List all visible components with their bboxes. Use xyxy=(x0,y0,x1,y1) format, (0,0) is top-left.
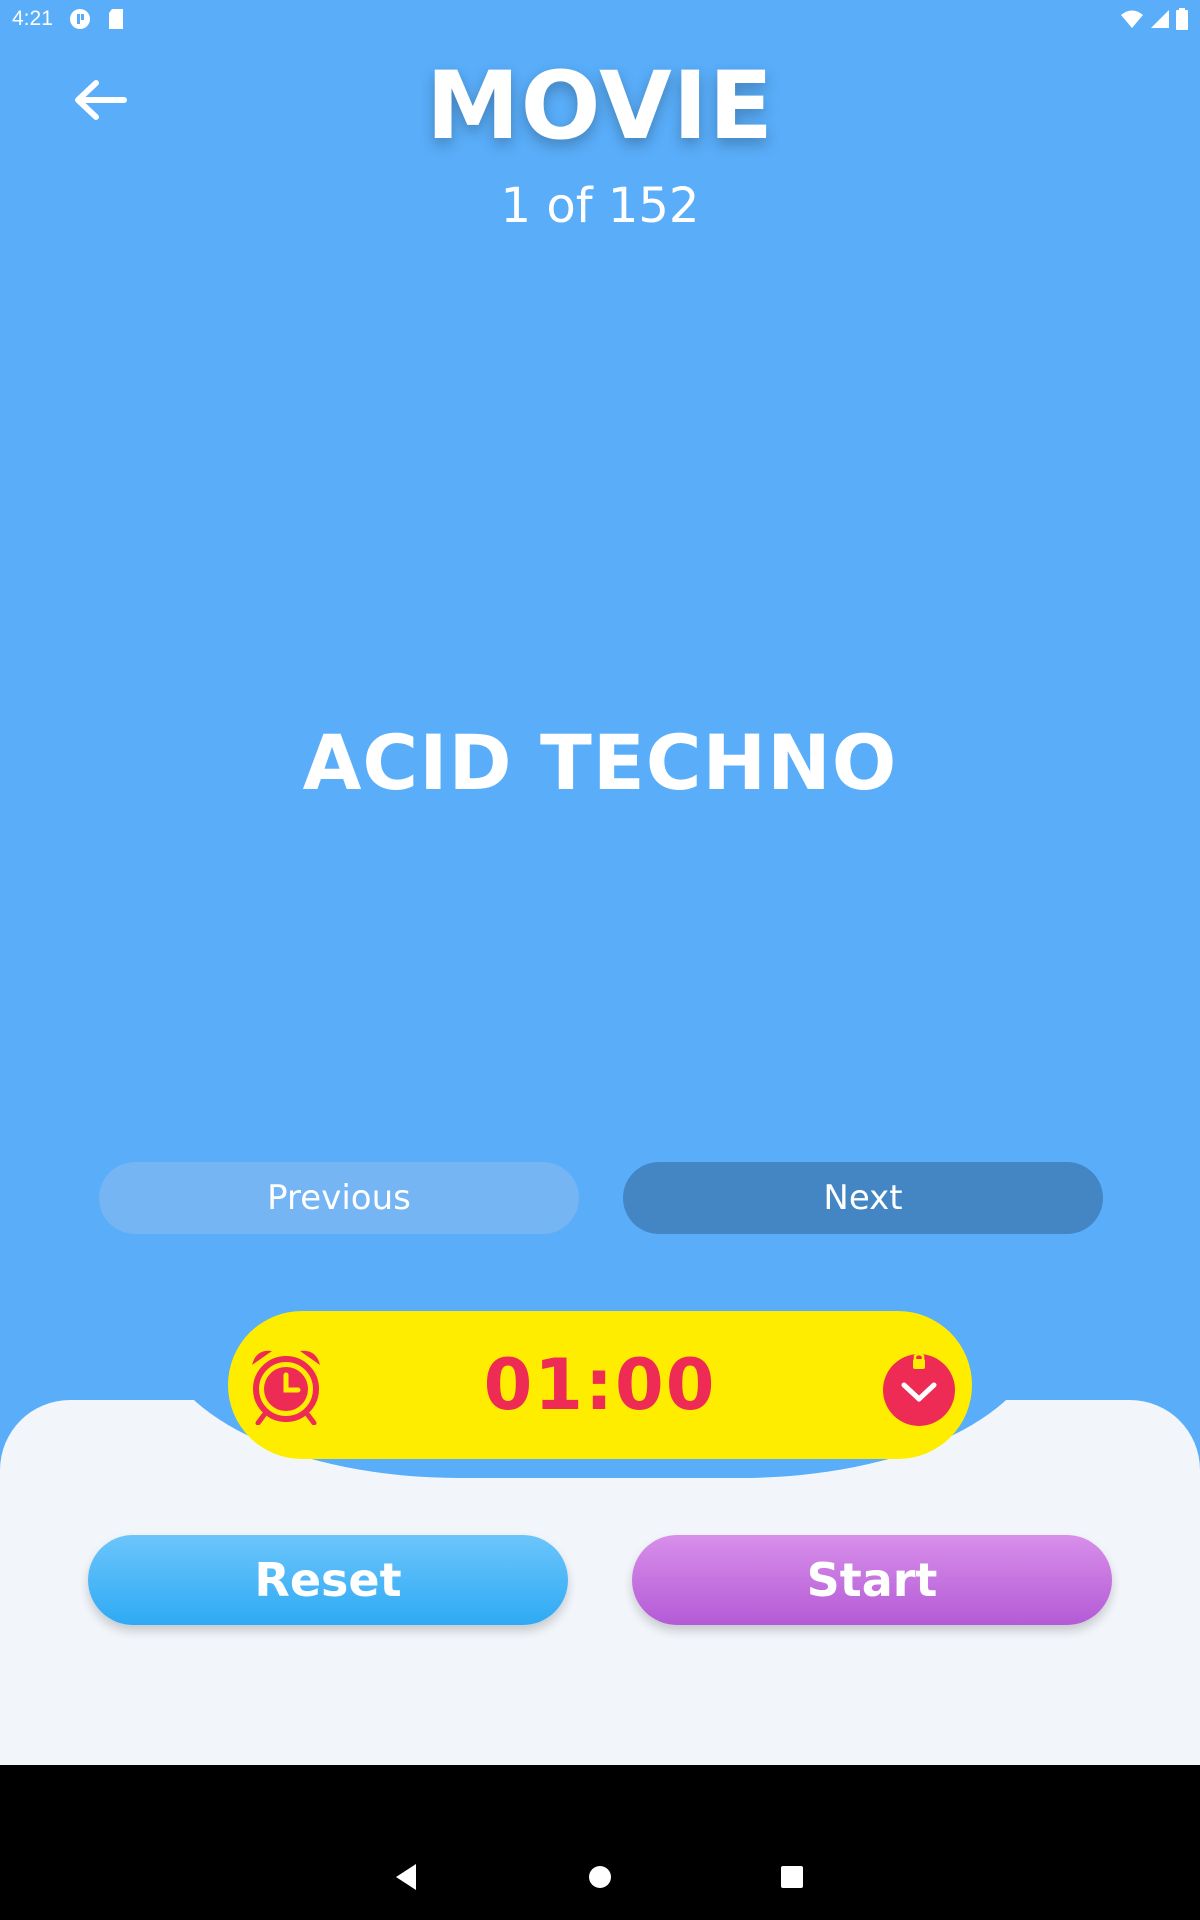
signal-icon xyxy=(1151,10,1169,28)
card-counter: 1 of 152 xyxy=(500,178,700,234)
sd-card-icon xyxy=(108,9,123,29)
next-button[interactable]: Next xyxy=(623,1162,1103,1234)
alarm-clock-icon xyxy=(252,1350,320,1425)
timer-value: 01:00 xyxy=(483,1344,717,1426)
system-nav-bar xyxy=(0,1765,1200,1920)
previous-button[interactable]: Previous xyxy=(99,1162,579,1234)
reset-button[interactable]: Reset xyxy=(88,1535,568,1625)
nav-back-icon[interactable] xyxy=(392,1862,422,1892)
lock-icon[interactable] xyxy=(880,1349,958,1427)
nav-home-icon[interactable] xyxy=(585,1862,615,1892)
nav-recents-icon[interactable] xyxy=(777,1862,807,1892)
battery-icon xyxy=(1176,8,1188,30)
category-title: MOVIE xyxy=(426,52,774,161)
start-button[interactable]: Start xyxy=(632,1535,1112,1625)
status-time: 4:21 xyxy=(12,7,53,30)
wifi-icon xyxy=(1121,10,1143,28)
app-notification-icon xyxy=(69,9,90,29)
status-bar: 4:21 xyxy=(0,0,1200,38)
timer-display: 01:00 xyxy=(228,1311,972,1459)
current-word: ACID TECHNO xyxy=(302,718,898,807)
